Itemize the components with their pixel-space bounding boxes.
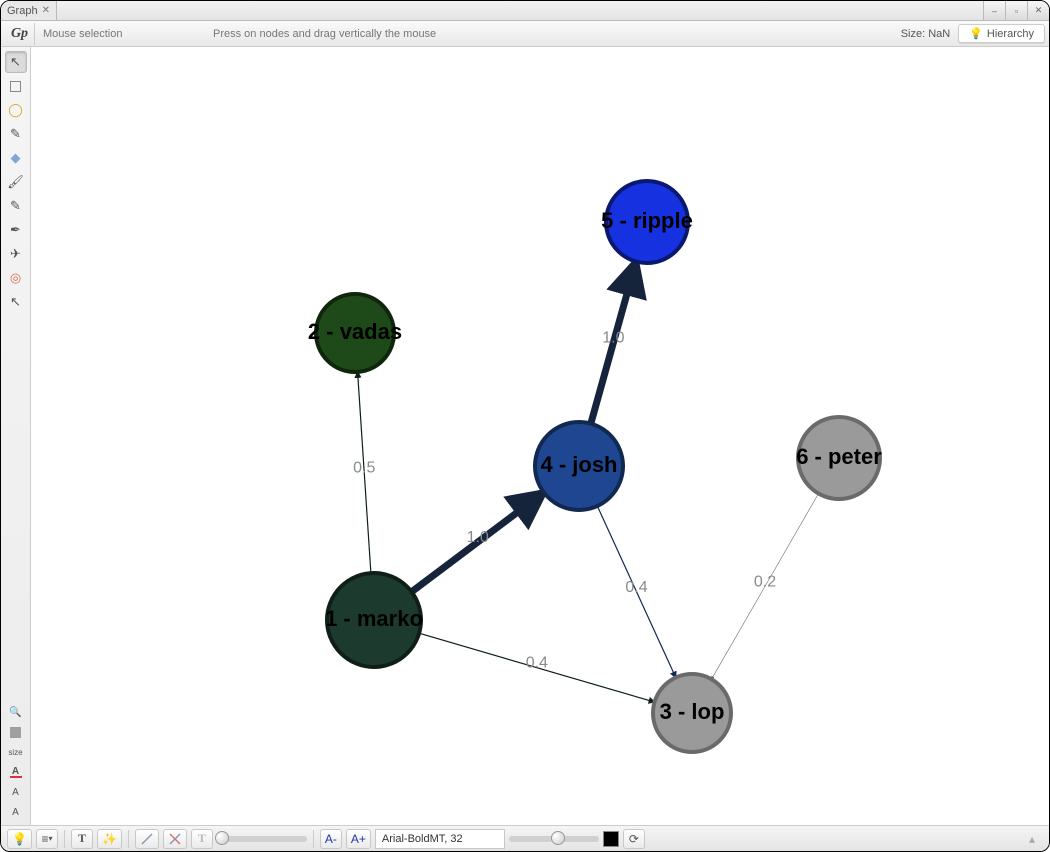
hint-left: Mouse selection [43,28,213,40]
diamond-tool[interactable]: ◆ [5,147,27,169]
text-outline-tool[interactable]: A [5,803,27,821]
left-toolbar: ↖◯✎◆🖌✎✒✈◎↖🔍sizeAAA [1,47,31,825]
hint-bar: Gp Mouse selection Press on nodes and dr… [1,21,1049,47]
app-logo: Gp [5,23,35,45]
highlight-button[interactable]: ✨ [97,829,122,849]
edge-label-1-2: 0.5 [353,460,375,477]
pointer-edit-tool[interactable]: ↖ [5,291,27,313]
body-row: ↖◯✎◆🖌✎✒✈◎↖🔍sizeAAA 0.51.00.41.00.40.2 1 … [1,47,1049,825]
footer-toolbar: 💡 ≡▾ T ✨ T A- A+ Arial-BoldMT, 32 ⟳ ▴ [1,825,1049,851]
edge-label-1-4: 1.0 [467,529,489,546]
bulb-icon: 💡 [12,832,27,846]
close-icon[interactable]: ✕ [42,5,50,16]
size-slider[interactable] [509,836,599,842]
node-label-3: 3 - lop [660,699,725,724]
tab-graph[interactable]: Graph ✕ [1,1,57,20]
edge-label-1-3: 0.4 [526,655,548,672]
hierarchy-button[interactable]: 💡 Hierarchy [958,24,1045,43]
tab-bar: Graph ✕ – ▫ ✕ [1,1,1049,21]
brush-tool[interactable]: ✎ [5,195,27,217]
node-label-2: 2 - vadas [308,319,402,344]
text-plain-tool[interactable]: A [5,783,27,801]
collapse-footer-button[interactable]: ▴ [1021,829,1043,849]
opacity-slider[interactable] [217,836,307,842]
edge-line-button[interactable] [135,829,159,849]
edge-label-6-3: 0.2 [754,573,776,590]
text-tool-button[interactable]: T [71,829,93,849]
hint-mid: Press on nodes and drag vertically the m… [213,28,901,40]
app-window: Graph ✕ – ▫ ✕ Gp Mouse selection Press o… [0,0,1050,852]
maximize-button[interactable]: ▫ [1005,1,1027,20]
node-label-5: 5 - ripple [601,208,693,233]
color-swatch[interactable] [603,831,619,847]
edge-label-4-3: 0.4 [625,579,647,596]
airplane-tool[interactable]: ✈ [5,243,27,265]
edge-label-4-5: 1.0 [602,330,624,347]
minimize-button[interactable]: – [983,1,1005,20]
font-increase-button[interactable]: A+ [346,829,371,849]
hierarchy-label: Hierarchy [987,28,1034,40]
font-decrease-button[interactable]: A- [320,829,342,849]
select-arrow-tool[interactable]: ↖ [5,51,27,73]
graph-canvas[interactable]: 0.5 1.0 0.4 1.0 0.4 0.2 1 - marko 2 - vadas 3 -… [31,47,1049,825]
bulb-button[interactable]: 💡 [7,829,32,849]
rectangle-select-tool[interactable] [5,75,27,97]
pen-tool[interactable]: ✒ [5,219,27,241]
gray-box-tool[interactable] [5,723,27,741]
config-button[interactable]: ≡▾ [36,829,58,849]
size-readout: Size: NaN [901,28,951,40]
edge-curve-button[interactable] [163,829,187,849]
graph-svg: 0.5 1.0 0.4 1.0 0.4 0.2 1 - marko 2 - vadas 3 -… [31,47,1049,825]
window-controls: – ▫ ✕ [983,1,1049,20]
pencil-tool[interactable]: ✎ [5,123,27,145]
text-ghost-button[interactable]: T [191,829,213,849]
node-label-1: 1 - marko [325,606,423,631]
menu-icon: ≡ [41,832,48,846]
tab-label: Graph [7,5,38,17]
font-field[interactable]: Arial-BoldMT, 32 [375,829,505,849]
lasso-tool[interactable]: ◯ [5,99,27,121]
bulb-icon: 💡 [969,27,983,40]
node-label-4: 4 - josh [540,452,617,477]
target-tool[interactable]: ◎ [5,267,27,289]
refresh-button[interactable]: ⟳ [623,829,645,849]
size-label-tool[interactable]: size [5,743,27,761]
zoom-tool[interactable]: 🔍 [5,703,27,721]
close-button[interactable]: ✕ [1027,1,1049,20]
text-color-tool[interactable]: A [5,763,27,781]
node-label-6: 6 - peter [796,444,882,469]
paint-bucket-tool[interactable]: 🖌 [5,171,27,193]
